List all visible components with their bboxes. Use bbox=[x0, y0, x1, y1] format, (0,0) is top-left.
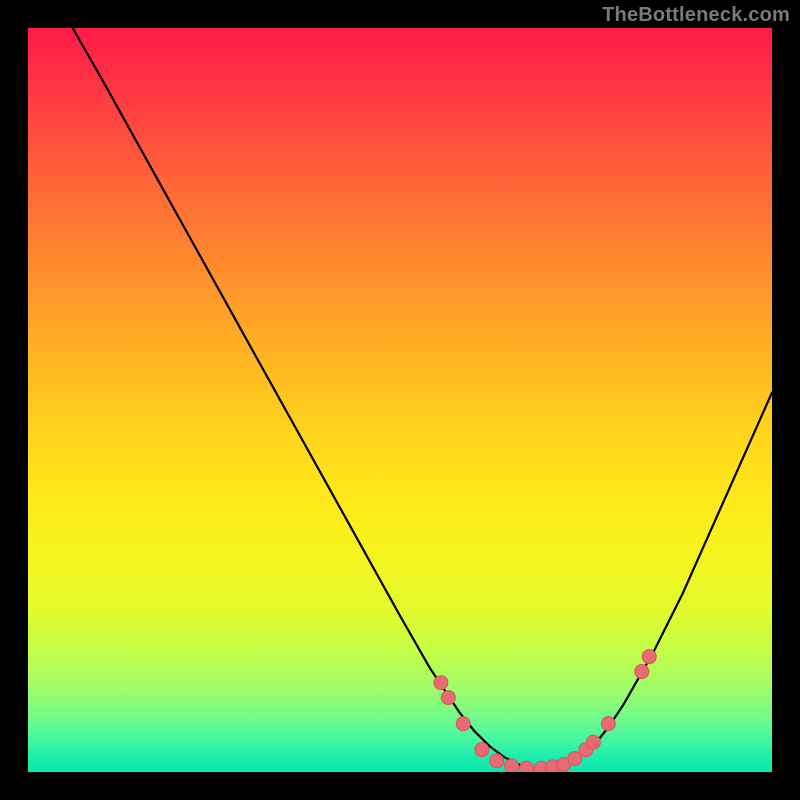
watermark-text: TheBottleneck.com bbox=[602, 4, 790, 27]
bottleneck-curve bbox=[73, 28, 772, 768]
highlighted-point bbox=[434, 676, 448, 690]
highlighted-point bbox=[475, 743, 489, 757]
highlighted-point bbox=[601, 717, 615, 731]
highlighted-point bbox=[441, 691, 455, 705]
highlighted-points-group bbox=[434, 650, 656, 772]
highlighted-point bbox=[642, 650, 656, 664]
highlighted-point bbox=[635, 665, 649, 679]
chart-svg bbox=[28, 28, 772, 772]
highlighted-point bbox=[586, 735, 600, 749]
chart-frame: TheBottleneck.com bbox=[0, 0, 800, 800]
highlighted-point bbox=[519, 761, 533, 772]
highlighted-point bbox=[505, 759, 519, 772]
highlighted-point bbox=[490, 754, 504, 768]
highlighted-point bbox=[456, 717, 470, 731]
plot-area bbox=[28, 28, 772, 772]
